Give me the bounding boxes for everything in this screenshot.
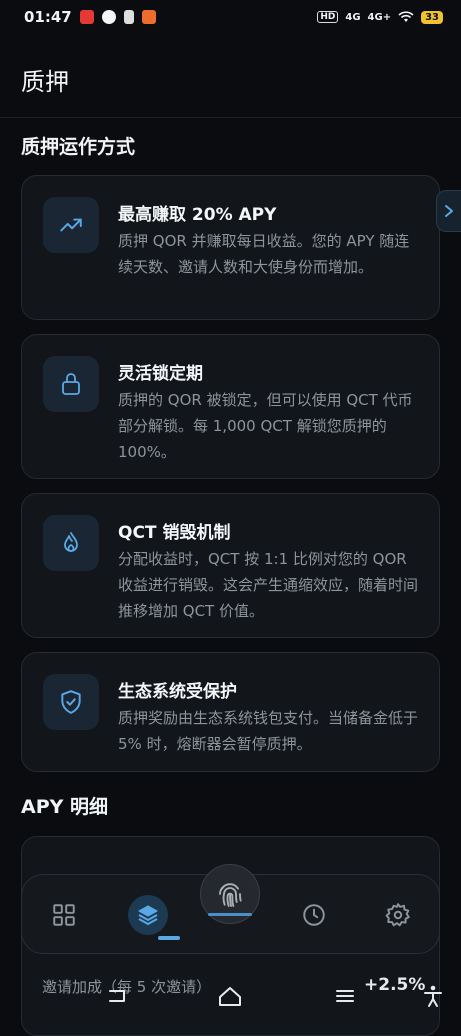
card-description: 质押 QOR 并赚取每日收益。您的 APY 随连续天数、邀请人数和大使身份而增加… [118,232,410,276]
trending-up-icon [43,197,99,253]
nav-staking[interactable] [126,893,170,937]
menu-icon [336,990,354,1002]
notification-icon-orange [141,10,156,24]
back-icon [109,990,125,1002]
lock-icon [43,356,99,412]
system-home-button[interactable] [217,983,243,1009]
card-description: 质押奖励由生态系统钱包支付。当储备金低于 5% 时，熔断器会暂停质押。 [118,709,419,753]
clock-icon [303,904,325,926]
status-bar: 01:47 HD 4G 4G+ 33 [0,0,461,34]
notification-icon-qq [101,10,116,24]
accessibility-button[interactable] [420,983,446,1009]
chevron-right-icon [445,205,453,217]
status-time: 01:47 [24,8,72,26]
card-title: 灵活锁定期 [118,364,203,384]
wifi-icon [398,11,414,22]
layers-icon [138,905,158,925]
nav-history[interactable] [292,893,336,937]
section-title-apy-breakdown: APY 明细 [21,796,109,818]
system-menu-button[interactable] [332,983,358,1009]
card-description: 分配收益时，QCT 按 1:1 比例对您的 QOR 收益进行销毁。这会产生通缩效… [118,550,419,620]
page-header: 质押 [0,34,461,118]
info-card-max-apy: 最高赚取 20% APY 质押 QOR 并赚取每日收益。您的 APY 随连续天数… [21,175,440,320]
section-title-how-it-works: 质押运作方式 [21,136,136,158]
notification-icon-app [123,10,134,24]
card-title: 最高赚取 20% APY [118,205,277,225]
card-title: 生态系统受保护 [118,682,237,702]
home-icon [219,987,241,1006]
active-tab-indicator [158,936,180,940]
hd-badge: HD [317,11,339,23]
card-title: QCT 销毁机制 [118,523,231,543]
info-card-flexible-lock: 灵活锁定期 质押的 QOR 被锁定，但可以使用 QCT 代币部分解锁。每 1,0… [21,334,440,479]
fingerprint-indicator [208,913,252,916]
notification-icon-red [79,10,94,24]
fingerprint-icon [219,883,242,907]
system-navigation-bar [0,968,461,1024]
info-card-ecosystem-protected: 生态系统受保护 质押奖励由生态系统钱包支付。当储备金低于 5% 时，熔断器会暂停… [21,652,440,772]
flame-icon [43,515,99,571]
nav-settings[interactable] [376,893,420,937]
gear-icon [385,903,410,927]
system-back-button[interactable] [104,983,130,1009]
battery-indicator: 33 [421,10,443,24]
signal-4g: 4G [345,11,361,23]
shield-check-icon [43,674,99,730]
signal-4g-plus: 4G+ [367,11,392,23]
info-card-qct-burn: QCT 销毁机制 分配收益时，QCT 按 1:1 比例对您的 QOR 收益进行销… [21,493,440,638]
grid-icon [53,904,75,926]
accessibility-icon [424,985,442,1007]
side-drawer-handle[interactable] [436,190,461,232]
nav-dashboard[interactable] [42,893,86,937]
card-description: 质押的 QOR 被锁定，但可以使用 QCT 代币部分解锁。每 1,000 QCT… [118,391,413,461]
page-title: 质押 [21,68,69,96]
